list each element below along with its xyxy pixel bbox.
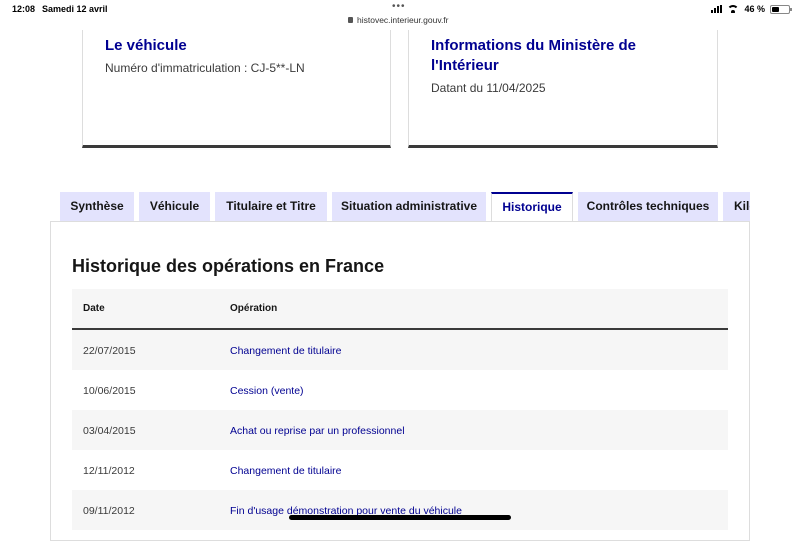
- status-time: 12:08: [12, 4, 36, 14]
- table-row: 10/06/2015 Cession (vente): [72, 370, 728, 410]
- table-row: 22/07/2015 Changement de titulaire: [72, 330, 728, 370]
- status-date: Samedi 12 avril: [42, 4, 108, 14]
- tab-historique[interactable]: Historique: [491, 192, 573, 222]
- tab-situation-administrative[interactable]: Situation administrative: [332, 192, 486, 221]
- home-indicator[interactable]: [289, 515, 511, 520]
- url-text: histovec.interieur.gouv.fr: [357, 15, 449, 25]
- ministry-card: Informations du Ministère de l'Intérieur…: [408, 30, 718, 148]
- row-date: 12/11/2012: [83, 465, 135, 477]
- tab-vehicule[interactable]: Véhicule: [139, 192, 210, 221]
- address-bar[interactable]: histovec.interieur.gouv.fr: [348, 15, 468, 25]
- wifi-icon: [727, 5, 740, 13]
- ministry-date: Datant du 11/04/2025: [431, 81, 546, 95]
- row-operation: Changement de titulaire: [230, 465, 342, 477]
- row-date: 03/04/2015: [83, 425, 136, 437]
- more-dots-icon[interactable]: •••: [392, 1, 406, 12]
- vehicle-card-title: Le véhicule: [105, 37, 187, 54]
- lock-icon: [348, 17, 353, 23]
- column-header-operation: Opération: [230, 303, 278, 314]
- status-bar: 12:08 Samedi 12 avril ••• histovec.inter…: [0, 0, 800, 30]
- row-date: 10/06/2015: [83, 385, 136, 397]
- row-operation: Cession (vente): [230, 385, 304, 397]
- operations-table: Date Opération 22/07/2015 Changement de …: [72, 289, 728, 530]
- table-row: 12/11/2012 Changement de titulaire: [72, 450, 728, 490]
- row-operation: Changement de titulaire: [230, 345, 342, 357]
- tab-controles-techniques[interactable]: Contrôles techniques: [578, 192, 718, 221]
- table-row: 03/04/2015 Achat ou reprise par un profe…: [72, 410, 728, 450]
- battery-fill: [772, 6, 779, 12]
- battery-percent: 46 %: [744, 4, 765, 14]
- tab-bar: Synthèse Véhicule Titulaire et Titre Sit…: [60, 192, 750, 222]
- table-header: Date Opération: [72, 289, 728, 330]
- table-row: 09/11/2012 Fin d'usage démonstration pou…: [72, 490, 728, 530]
- battery-icon: [770, 4, 792, 14]
- status-indicators: 46 %: [711, 4, 792, 14]
- ministry-card-title: Informations du Ministère de l'Intérieur: [431, 37, 637, 74]
- section-title: Historique des opérations en France: [72, 256, 385, 276]
- vehicle-card: Le véhicule Numéro d'immatriculation : C…: [82, 30, 391, 148]
- row-date: 09/11/2012: [83, 505, 135, 517]
- column-header-date: Date: [83, 303, 105, 314]
- row-date: 22/07/2015: [83, 345, 136, 357]
- row-operation: Achat ou reprise par un professionnel: [230, 425, 405, 437]
- registration-number: Numéro d'immatriculation : CJ-5**-LN: [105, 61, 305, 75]
- signal-icon: [711, 5, 723, 13]
- tab-synthese[interactable]: Synthèse: [60, 192, 134, 221]
- tab-titulaire[interactable]: Titulaire et Titre: [215, 192, 327, 221]
- tab-kilometrage[interactable]: Kilo: [723, 192, 750, 221]
- table-body: 22/07/2015 Changement de titulaire 10/06…: [72, 330, 728, 530]
